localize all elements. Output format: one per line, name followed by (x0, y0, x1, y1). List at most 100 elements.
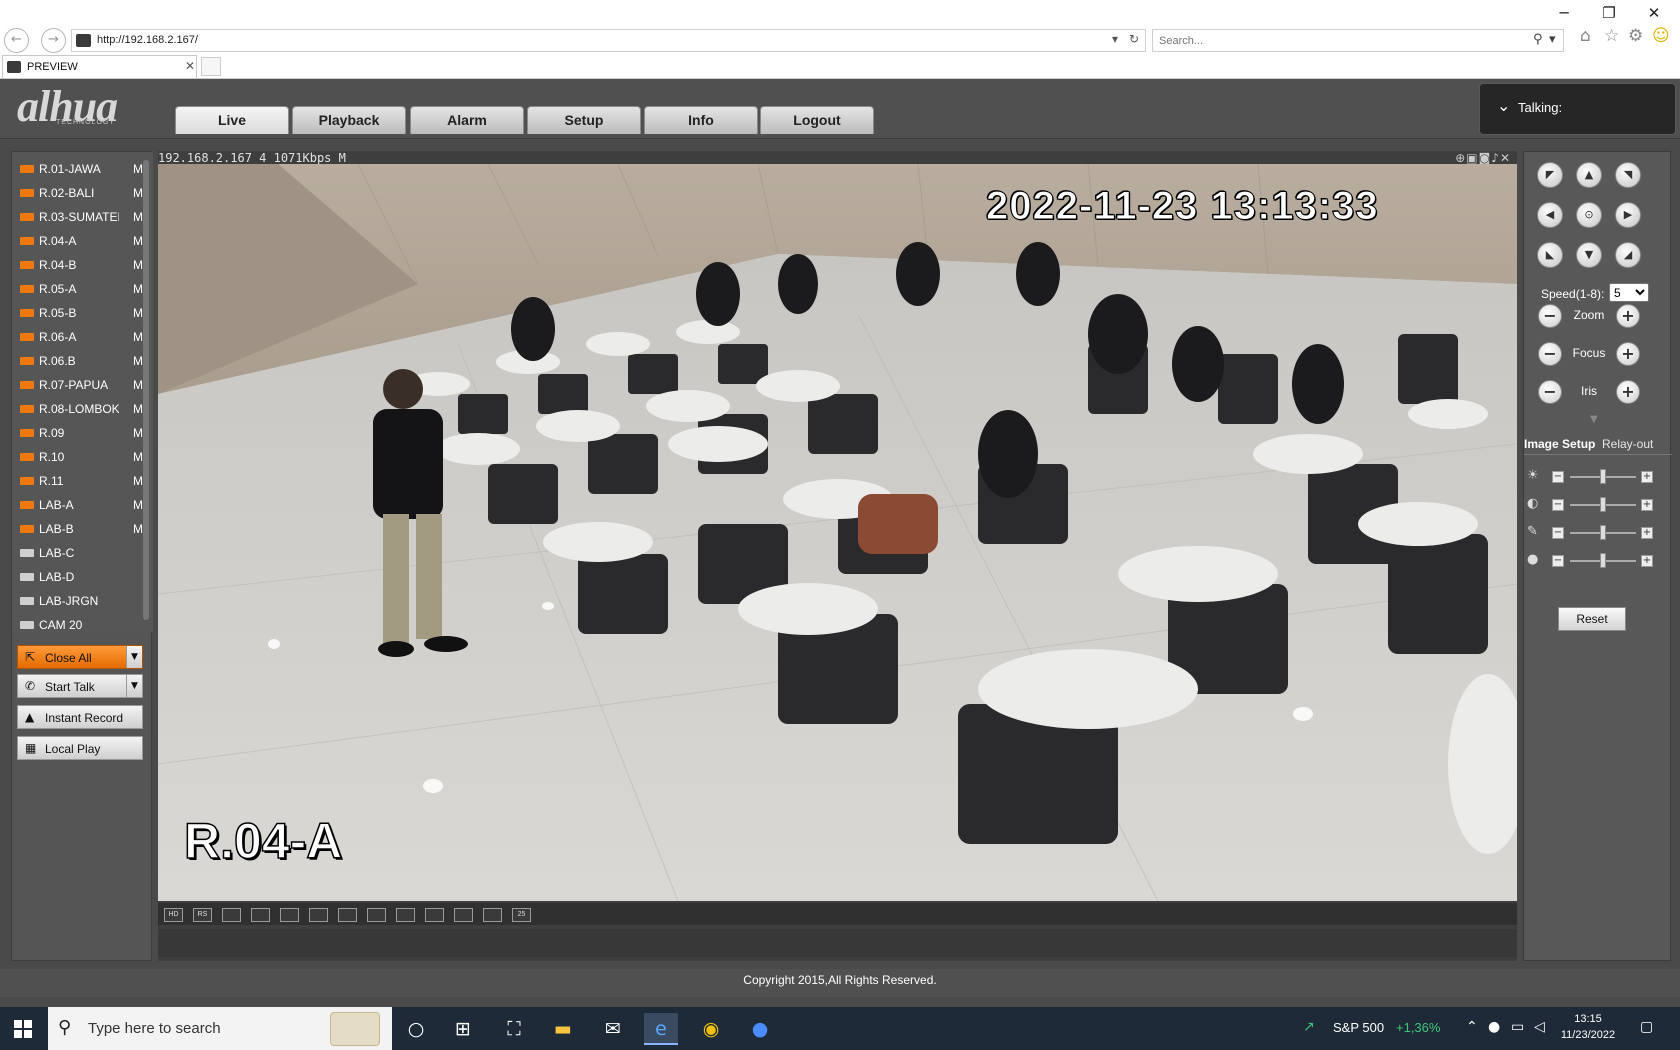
channel-item[interactable]: R.09 M (17, 422, 149, 444)
dropdown-arrow-icon[interactable]: ▾ (1112, 32, 1118, 46)
layout-button-9[interactable] (396, 908, 415, 922)
channel-stream-mode[interactable]: M (133, 258, 143, 272)
talking-panel[interactable]: ⌄ Talking: (1479, 83, 1676, 135)
channel-stream-mode[interactable]: M (133, 306, 143, 320)
ptz-up-right-button[interactable]: ◥ (1615, 162, 1641, 188)
slider-thumb[interactable] (1600, 525, 1606, 540)
ptz-left-button[interactable]: ◀ (1537, 202, 1563, 228)
ptz-down-right-button[interactable]: ◢ (1615, 242, 1641, 268)
layout-button-11[interactable] (454, 908, 473, 922)
stock-change[interactable]: +1,36% (1396, 1020, 1440, 1035)
zoom-plus-button[interactable]: + (1616, 304, 1640, 328)
channel-item[interactable]: R.03-SUMATERA M (17, 206, 149, 228)
channel-item[interactable]: R.06-A M (17, 326, 149, 348)
channel-stream-mode[interactable]: M (133, 330, 143, 344)
ptz-up-left-button[interactable]: ◤ (1537, 162, 1563, 188)
channel-stream-mode[interactable]: M (133, 450, 143, 464)
nav-tab-live[interactable]: Live (175, 106, 289, 134)
nav-tab-playback[interactable]: Playback (292, 106, 406, 134)
volume-icon[interactable]: ◁ (1534, 1019, 1545, 1035)
close-video-icon[interactable]: ✕ (1500, 151, 1511, 165)
ptz-down-button[interactable]: ▼ (1576, 242, 1602, 268)
speed-select[interactable]: 12345678 (1609, 283, 1649, 302)
channel-item[interactable]: R.05-A M (17, 278, 149, 300)
channel-stream-mode[interactable]: M (133, 354, 143, 368)
refresh-icon[interactable]: ↻ (1129, 32, 1139, 46)
search-dropdown-icon[interactable]: ▾ (1549, 32, 1556, 47)
close-tab-icon[interactable]: ✕ (185, 59, 195, 73)
start-talk-dropdown-icon[interactable]: ▼ (126, 675, 142, 697)
channel-item[interactable]: LAB-A M (17, 494, 149, 516)
slider-decrease-button[interactable]: − (1552, 499, 1564, 511)
favorites-star-icon[interactable]: ☆ (1604, 26, 1619, 46)
close-window-icon[interactable]: ✕ (1637, 2, 1671, 24)
slider-increase-button[interactable]: + (1641, 555, 1653, 567)
close-all-dropdown-icon[interactable]: ▼ (126, 646, 142, 668)
slider-thumb[interactable] (1600, 469, 1606, 484)
mail-icon[interactable]: ✉ (596, 1013, 630, 1045)
channel-item[interactable]: CAM 20 (17, 614, 149, 632)
search-icon[interactable]: ⚲ (1533, 32, 1543, 47)
browser-tab-preview[interactable]: PREVIEW ✕ (2, 55, 197, 78)
new-tab-button[interactable] (201, 57, 221, 76)
channel-stream-mode[interactable]: M (133, 402, 143, 416)
zoom-app-icon[interactable]: ● (743, 1013, 777, 1045)
close-all-button[interactable]: ⇱ Close All ▼ (17, 645, 143, 669)
tab-image-setup[interactable]: Image Setup (1524, 437, 1595, 451)
channel-stream-mode[interactable]: M (133, 474, 143, 488)
channel-item[interactable]: LAB-C (17, 542, 149, 564)
layout-button-4[interactable] (251, 908, 270, 922)
browser-search-box[interactable]: ⚲ ▾ (1152, 29, 1564, 52)
layout-button-2[interactable]: RS (193, 908, 212, 922)
layout-button-3[interactable] (222, 908, 241, 922)
layout-button-6[interactable] (309, 908, 328, 922)
channel-item[interactable]: R.05-B M (17, 302, 149, 324)
home-icon[interactable]: ⌂ (1580, 26, 1591, 46)
cortana-icon[interactable]: ○ (399, 1013, 433, 1045)
minimize-icon[interactable]: ─ (1547, 2, 1581, 24)
tab-relay-out[interactable]: Relay-out (1602, 437, 1653, 451)
ptz-right-button[interactable]: ▶ (1615, 202, 1641, 228)
slider-increase-button[interactable]: + (1641, 527, 1653, 539)
feedback-smiley-icon[interactable]: ☺ (1652, 26, 1670, 46)
chrome-icon[interactable]: ◉ (694, 1013, 728, 1045)
channel-stream-mode[interactable]: M (133, 426, 143, 440)
layout-button-12[interactable] (483, 908, 502, 922)
slider-thumb[interactable] (1600, 553, 1606, 568)
channel-list[interactable]: R.01-JAWAMR.02-BALIMR.03-SUMATERAMR.04-A… (12, 152, 153, 632)
channel-item[interactable]: LAB-JRGN (17, 590, 149, 612)
channel-item[interactable]: R.02-BALI M (17, 182, 149, 204)
nav-tab-logout[interactable]: Logout (760, 106, 874, 134)
channel-item[interactable]: LAB-B M (17, 518, 149, 540)
ptz-down-left-button[interactable]: ◣ (1537, 242, 1563, 268)
reset-button[interactable]: Reset (1558, 607, 1626, 631)
channel-stream-mode[interactable]: M (133, 378, 143, 392)
slider-decrease-button[interactable]: − (1552, 527, 1564, 539)
slider-increase-button[interactable]: + (1641, 499, 1653, 511)
channel-stream-mode[interactable]: M (133, 498, 143, 512)
iris-plus-button[interactable]: + (1616, 380, 1640, 404)
slider-thumb[interactable] (1600, 497, 1606, 512)
collapse-ptz-icon[interactable]: ▼ (1590, 414, 1598, 425)
restore-icon[interactable]: ❐ (1592, 2, 1626, 24)
record-icon[interactable]: ◙ (1479, 151, 1492, 165)
channel-item[interactable]: R.08-LOMBOK M (17, 398, 149, 420)
stock-name[interactable]: S&P 500 (1333, 1020, 1384, 1035)
address-url[interactable]: http://192.168.2.167/ (97, 34, 198, 46)
store-icon[interactable]: ⛶ (497, 1013, 531, 1045)
taskbar-clock[interactable]: 13:15 11/23/2022 (1553, 1011, 1623, 1043)
nav-tab-alarm[interactable]: Alarm (410, 106, 524, 134)
layout-button-7[interactable] (338, 908, 357, 922)
channel-item[interactable]: R.06.B M (17, 350, 149, 372)
start-talk-button[interactable]: ✆ Start Talk ▼ (17, 674, 143, 698)
focus-plus-button[interactable]: + (1616, 342, 1640, 366)
camera-video-feed[interactable]: 2022-11-23 13:13:33 R.04-A (158, 164, 1517, 901)
channel-stream-mode[interactable]: M (133, 186, 143, 200)
channel-item[interactable]: R.01-JAWA M (17, 158, 149, 180)
browser-search-input[interactable] (1159, 33, 1519, 49)
microphone-icon[interactable]: ● (1488, 1019, 1500, 1035)
nav-tab-setup[interactable]: Setup (527, 106, 641, 134)
task-view-icon[interactable]: ⊞ (446, 1013, 480, 1045)
forward-button[interactable]: → (41, 28, 66, 53)
local-play-button[interactable]: ▦ Local Play (17, 736, 143, 760)
